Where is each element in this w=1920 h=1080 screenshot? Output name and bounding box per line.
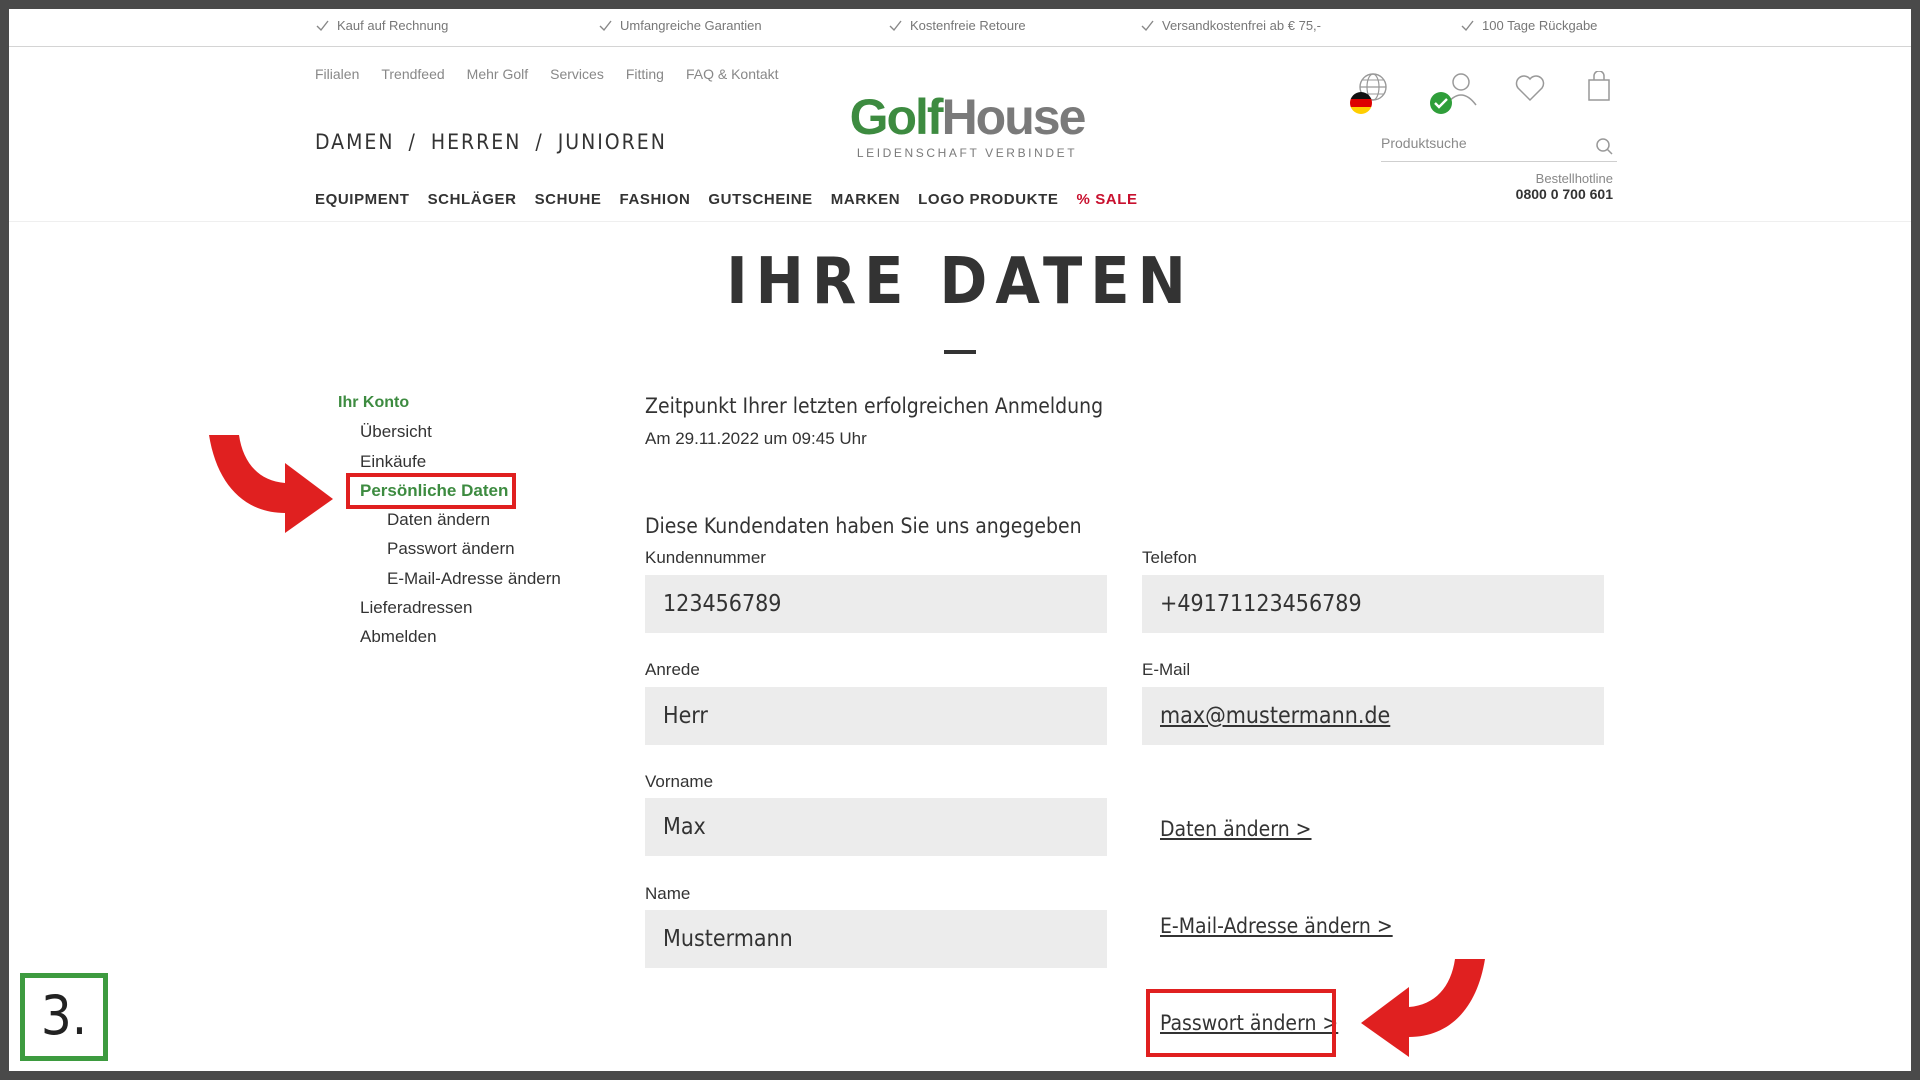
name-label: Name (645, 884, 691, 903)
annotation-highlight-box (346, 473, 516, 509)
usp-bar: Kauf auf Rechnung Umfangreiche Garantien… (9, 9, 1911, 47)
hotline-label: Bestellhotline (1535, 171, 1613, 186)
hotline-number[interactable]: 0800 0 700 601 (1459, 186, 1613, 202)
check-badge-icon (1430, 92, 1452, 114)
usp-item: Versandkostenfrei ab € 75,- (1141, 18, 1321, 33)
usp-item: Kauf auf Rechnung (316, 18, 448, 33)
check-icon (889, 20, 902, 32)
title-divider (944, 350, 976, 354)
vorname-label: Vorname (645, 772, 714, 791)
usp-item: Kostenfreie Retoure (889, 18, 1026, 33)
search-icon[interactable] (1595, 137, 1615, 157)
logo-word-golf: Golf (849, 89, 944, 145)
nav-damen[interactable]: DAMEN (315, 130, 394, 154)
nav-schuhe[interactable]: SCHUHE (535, 191, 602, 208)
header-divider (9, 221, 1911, 222)
top-link-trendfeed[interactable]: Trendfeed (381, 66, 444, 82)
nav-fashion[interactable]: FASHION (620, 191, 691, 208)
usp-label: Versandkostenfrei ab € 75,- (1162, 18, 1321, 33)
check-icon (1141, 20, 1154, 32)
bag-icon (1588, 70, 1610, 101)
annotation-highlight-box (1146, 989, 1336, 1057)
telefon-label: Telefon (1142, 548, 1197, 567)
search-box (1381, 129, 1617, 162)
annotation-arrow-icon (209, 435, 333, 533)
usp-label: Kostenfreie Retoure (910, 18, 1026, 33)
kundennummer-field: 123456789 (645, 575, 1107, 633)
nav-sale[interactable]: % SALE (1076, 191, 1137, 208)
nav-marken[interactable]: MARKEN (831, 191, 900, 208)
usp-label: 100 Tage Rückgabe (1482, 18, 1598, 33)
page-title: IHRE DATEN (726, 245, 1194, 319)
cart-button[interactable] (1587, 70, 1611, 108)
nav-equipment[interactable]: EQUIPMENT (315, 191, 410, 208)
nav-separator: / (535, 130, 544, 154)
gender-nav: DAMEN / HERREN / JUNIOREN (315, 130, 667, 154)
sidebar-item-abmelden[interactable]: Abmelden (360, 627, 437, 647)
top-link-fitting[interactable]: Fitting (626, 66, 664, 82)
heart-icon (1515, 75, 1545, 102)
telefon-field: +49171123456789 (1142, 575, 1604, 633)
logo-tagline: LEIDENSCHAFT VERBINDET (856, 146, 1078, 160)
nav-gutscheine[interactable]: GUTSCHEINE (708, 191, 812, 208)
annotation-arrow-icon (1361, 959, 1485, 1057)
top-link-mehr-golf[interactable]: Mehr Golf (467, 66, 528, 82)
usp-label: Kauf auf Rechnung (337, 18, 449, 33)
last-login-value: Am 29.11.2022 um 09:45 Uhr (645, 429, 867, 448)
nav-logo-produkte[interactable]: LOGO PRODUKTE (918, 191, 1058, 208)
email-field[interactable]: max@mustermann.de (1142, 687, 1604, 745)
usp-item: 100 Tage Rückgabe (1461, 18, 1597, 33)
check-icon (316, 20, 329, 32)
customer-data-heading: Diese Kundendaten haben Sie uns angegebe… (645, 514, 1082, 538)
golf-house-logo[interactable]: GolfHouse LEIDENSCHAFT VERBINDET (845, 89, 1089, 163)
top-links: Filialen Trendfeed Mehr Golf Services Fi… (315, 66, 779, 82)
account-button[interactable] (1429, 71, 1481, 118)
order-hotline: Bestellhotline 0800 0 700 601 (1459, 171, 1613, 202)
logo-wordmark: GolfHouse (845, 89, 1089, 145)
sidebar-item-email-aendern[interactable]: E-Mail-Adresse ändern (387, 569, 561, 589)
usp-label: Umfangreiche Garantien (620, 18, 762, 33)
sidebar-head-ihr-konto[interactable]: Ihr Konto (338, 394, 409, 412)
name-field: Mustermann (645, 910, 1107, 968)
last-login-heading: Zeitpunkt Ihrer letzten erfolgreichen An… (645, 394, 1104, 418)
check-icon (1461, 20, 1474, 32)
edit-email-link[interactable]: E-Mail-Adresse ändern > (1160, 914, 1393, 938)
step-number-badge: 3. (20, 973, 108, 1061)
page: Kauf auf Rechnung Umfangreiche Garantien… (9, 9, 1911, 1071)
sidebar-item-passwort-aendern[interactable]: Passwort ändern (387, 539, 515, 559)
usp-item: Umfangreiche Garantien (599, 18, 762, 33)
nav-herren[interactable]: HERREN (431, 130, 521, 154)
edit-data-link[interactable]: Daten ändern > (1160, 817, 1312, 841)
logo-word-house: House (941, 89, 1087, 145)
sidebar-item-uebersicht[interactable]: Übersicht (360, 422, 432, 442)
wishlist-button[interactable] (1514, 73, 1546, 108)
sidebar-item-einkaeufe[interactable]: Einkäufe (360, 452, 426, 472)
sidebar-item-lieferadressen[interactable]: Lieferadressen (360, 598, 472, 618)
nav-junioren[interactable]: JUNIOREN (558, 130, 667, 154)
main-nav: EQUIPMENT SCHLÄGER SCHUHE FASHION GUTSCH… (315, 191, 1138, 208)
top-link-faq-kontakt[interactable]: FAQ & Kontakt (686, 66, 779, 82)
germany-flag-icon (1350, 92, 1372, 114)
country-selector[interactable] (1349, 71, 1391, 118)
kundennummer-label: Kundennummer (645, 548, 766, 567)
nav-separator: / (408, 130, 417, 154)
nav-schlaeger[interactable]: SCHLÄGER (428, 191, 517, 208)
sidebar-item-daten-aendern[interactable]: Daten ändern (387, 510, 490, 530)
top-link-filialen[interactable]: Filialen (315, 66, 359, 82)
email-label: E-Mail (1142, 660, 1191, 679)
search-input[interactable] (1381, 129, 1581, 151)
anrede-label: Anrede (645, 660, 700, 679)
top-link-services[interactable]: Services (550, 66, 604, 82)
vorname-field: Max (645, 798, 1107, 856)
anrede-field: Herr (645, 687, 1107, 745)
check-icon (599, 20, 612, 32)
